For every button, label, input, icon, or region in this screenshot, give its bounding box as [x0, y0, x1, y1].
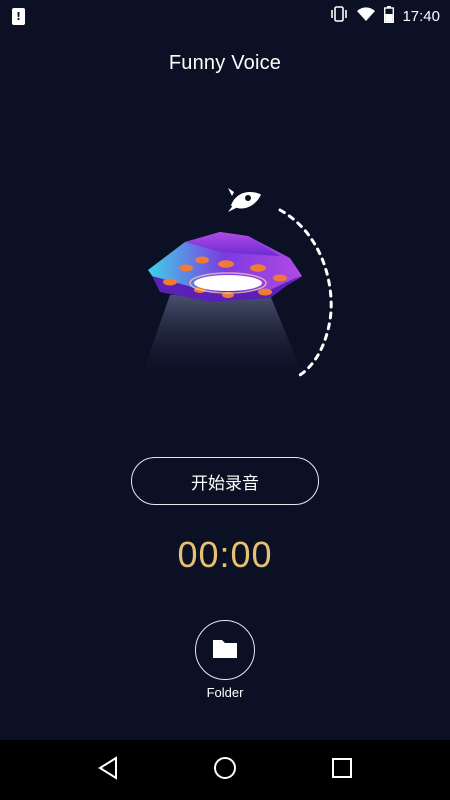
wifi-icon: [356, 6, 376, 26]
folder-label: Folder: [206, 685, 244, 700]
recents-icon: [331, 757, 353, 783]
start-recording-button[interactable]: 开始录音: [131, 457, 319, 505]
status-right-group: 17:40: [330, 5, 440, 27]
home-button[interactable]: [205, 750, 245, 790]
back-icon: [97, 756, 119, 784]
recents-button[interactable]: [322, 750, 362, 790]
folder-icon: [212, 637, 238, 663]
vibrate-icon: [330, 6, 348, 26]
back-button[interactable]: [88, 750, 128, 790]
status-time: 17:40: [402, 7, 440, 25]
folder-button[interactable]: [195, 620, 255, 680]
status-bar: ! 17:40: [0, 0, 450, 32]
home-icon: [213, 756, 237, 784]
ufo-illustration: [130, 180, 350, 400]
rocket-icon: [226, 186, 266, 218]
page-title: Funny Voice: [168, 52, 282, 74]
battery-icon: [384, 5, 395, 27]
recording-timer: 00:00: [177, 534, 273, 575]
sim-alert-icon: !: [12, 7, 25, 25]
system-nav-bar: [0, 740, 450, 800]
